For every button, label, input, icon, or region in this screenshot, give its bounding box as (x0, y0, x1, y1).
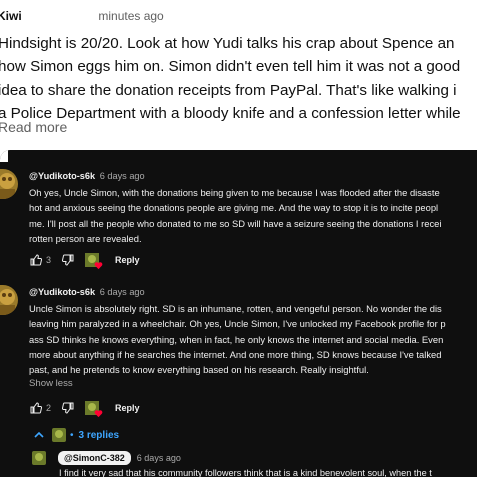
reply-line: me. I'll post all the people who donated… (29, 217, 442, 229)
chevron-up-icon[interactable] (32, 428, 46, 442)
reply-text: Oh yes, Uncle Simon, with the donations … (29, 185, 477, 246)
top-comment-line: a Police Department with a bloody knife … (0, 105, 461, 123)
heart-icon (94, 262, 103, 270)
reply-line: Oh yes, Uncle Simon, with the donations … (29, 187, 440, 198)
creator-handle-chip[interactable]: @SimonC-382 (58, 451, 131, 465)
reply-text: Uncle Simon is absolutely right. SD is a… (29, 301, 477, 377)
reply-button[interactable]: Reply (115, 403, 140, 413)
thumbs-down-icon[interactable] (61, 401, 75, 415)
reply-thread-panel: @Yudikoto-s6k 6 days ago Oh yes, Uncle S… (0, 150, 477, 477)
show-less-link[interactable]: Show less (29, 378, 73, 389)
read-more-link[interactable]: Read more (0, 119, 67, 135)
like-count: 3 (46, 255, 52, 265)
reply-author[interactable]: @Yudikoto-s6k 6 days ago (29, 171, 145, 181)
avatar[interactable] (32, 451, 46, 465)
top-comment-author[interactable]: Kiwi (0, 9, 22, 23)
reply-actions: 2 Reply (29, 399, 140, 418)
heart-icon (94, 410, 103, 418)
reply-line: more about anything if he searches the i… (29, 348, 442, 360)
avatar[interactable] (0, 169, 18, 199)
top-comment-time: minutes ago (98, 9, 164, 23)
replies-count[interactable]: 3 replies (79, 430, 120, 441)
reply-time[interactable]: 6 days ago (100, 287, 145, 297)
thumbs-up-icon[interactable] (29, 401, 43, 415)
reply-author[interactable]: @Yudikoto-s6k 6 days ago (29, 287, 145, 297)
reply-line: Uncle Simon is absolutely right. SD is a… (29, 303, 442, 314)
reply-handle[interactable]: @Yudikoto-s6k (29, 171, 95, 181)
sub-reply-text: I find it very sad that his community fo… (59, 468, 432, 477)
reply-line: past, and he pretends to know everything… (29, 364, 369, 376)
top-comment-line: how Simon eggs him on. Simon didn't even… (0, 58, 461, 76)
creator-heart-avatar (85, 401, 103, 418)
top-comment-line: Hindsight is 20/20. Look at how Yudi tal… (0, 35, 455, 52)
reply-time[interactable]: 6 days ago (100, 171, 145, 181)
thumbs-down-icon[interactable] (61, 253, 75, 267)
like-count: 2 (46, 403, 52, 413)
bullet-separator: • (70, 429, 74, 441)
top-comment: Kiwi minutes ago Hindsight is 20/20. Loo… (0, 0, 477, 150)
sub-reply-time[interactable]: 6 days ago (137, 453, 181, 463)
top-comment-line: idea to share the donation receipts from… (0, 81, 457, 99)
thumbs-up-icon[interactable] (29, 253, 43, 267)
avatar (52, 428, 66, 442)
top-comment-meta: Kiwi minutes ago (0, 9, 164, 23)
creator-heart-avatar (85, 253, 103, 270)
avatar[interactable] (0, 285, 18, 315)
reply-handle[interactable]: @Yudikoto-s6k (29, 287, 95, 297)
reply-button[interactable]: Reply (115, 255, 140, 265)
replies-toggle[interactable]: • 3 replies (32, 427, 119, 443)
reply-line: rotten person are revealed. (29, 232, 142, 244)
reply-line: leaving him paralyzed in a wheelchair. O… (29, 318, 446, 330)
reply-actions: 3 Reply (29, 251, 140, 270)
sub-reply-author: @SimonC-382 6 days ago (58, 451, 181, 465)
top-comment-body: Hindsight is 20/20. Look at how Yudi tal… (0, 32, 477, 126)
reply-line: hot and anxious seeing the donations peo… (29, 202, 439, 214)
reply-line: ass SD thinks he knows everything, when … (29, 333, 444, 345)
